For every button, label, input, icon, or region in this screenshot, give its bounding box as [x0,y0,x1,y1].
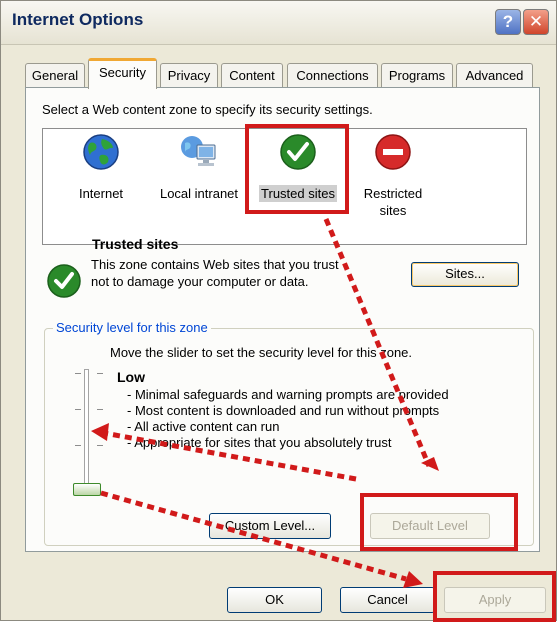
zone-label: Internet [78,186,124,201]
title-bar: Internet Options ? ✕ [1,1,556,45]
checkmark-icon [47,264,81,298]
tab-general[interactable]: General [25,63,85,88]
network-computer-icon [181,136,216,166]
tab-advanced[interactable]: Advanced [456,63,533,88]
arrowhead [403,571,423,588]
slider-tick [97,373,103,374]
slider-tick [75,445,81,446]
window-title: Internet Options [12,10,144,29]
level-name: Low [117,369,145,385]
level-point: - All active content can run [127,419,280,434]
slider-tick [75,373,81,374]
security-slider-track[interactable] [84,369,89,494]
cancel-button[interactable]: Cancel [340,587,435,613]
level-point: - Most content is downloaded and run wit… [127,403,440,418]
help-button[interactable]: ? [495,9,521,35]
ok-button[interactable]: OK [227,587,322,613]
tab-connections[interactable]: Connections [287,63,378,88]
level-description: - Minimal safeguards and warning prompts… [127,387,449,451]
close-button[interactable]: ✕ [523,9,549,35]
no-entry-icon [375,134,411,170]
slider-tick [75,409,81,410]
zone-instruction: Select a Web content zone to specify its… [42,102,373,117]
slider-instruction: Move the slider to set the security leve… [110,345,413,360]
zone-label: Local intranet [159,186,239,201]
tab-security[interactable]: Security [88,58,157,89]
internet-options-window: Internet Options ? ✕ General Security Pr… [0,0,557,622]
slider-tick [97,409,103,410]
slider-thumb[interactable] [73,483,101,496]
zone-title: Trusted sites [92,236,179,252]
zone-description: This zone contains Web sites that you tr… [91,257,339,289]
default-level-highlight [360,493,518,551]
trusted-sites-highlight [245,124,349,214]
level-point: - Minimal safeguards and warning prompts… [127,387,449,402]
group-title: Security level for this zone [53,320,211,335]
level-point: - Appropriate for sites that you absolut… [127,435,392,450]
tab-programs[interactable]: Programs [381,63,453,88]
sites-button[interactable]: Sites... [411,262,519,287]
tab-content[interactable]: Content [221,63,283,88]
question-mark-icon: ? [502,12,514,31]
custom-level-button[interactable]: Custom Level... [209,513,331,539]
globe-icon [83,134,119,170]
close-icon: ✕ [528,12,544,31]
tab-privacy[interactable]: Privacy [160,63,218,88]
apply-highlight [433,571,556,622]
slider-tick [97,445,103,446]
zone-label: Restricted sites [363,186,423,218]
